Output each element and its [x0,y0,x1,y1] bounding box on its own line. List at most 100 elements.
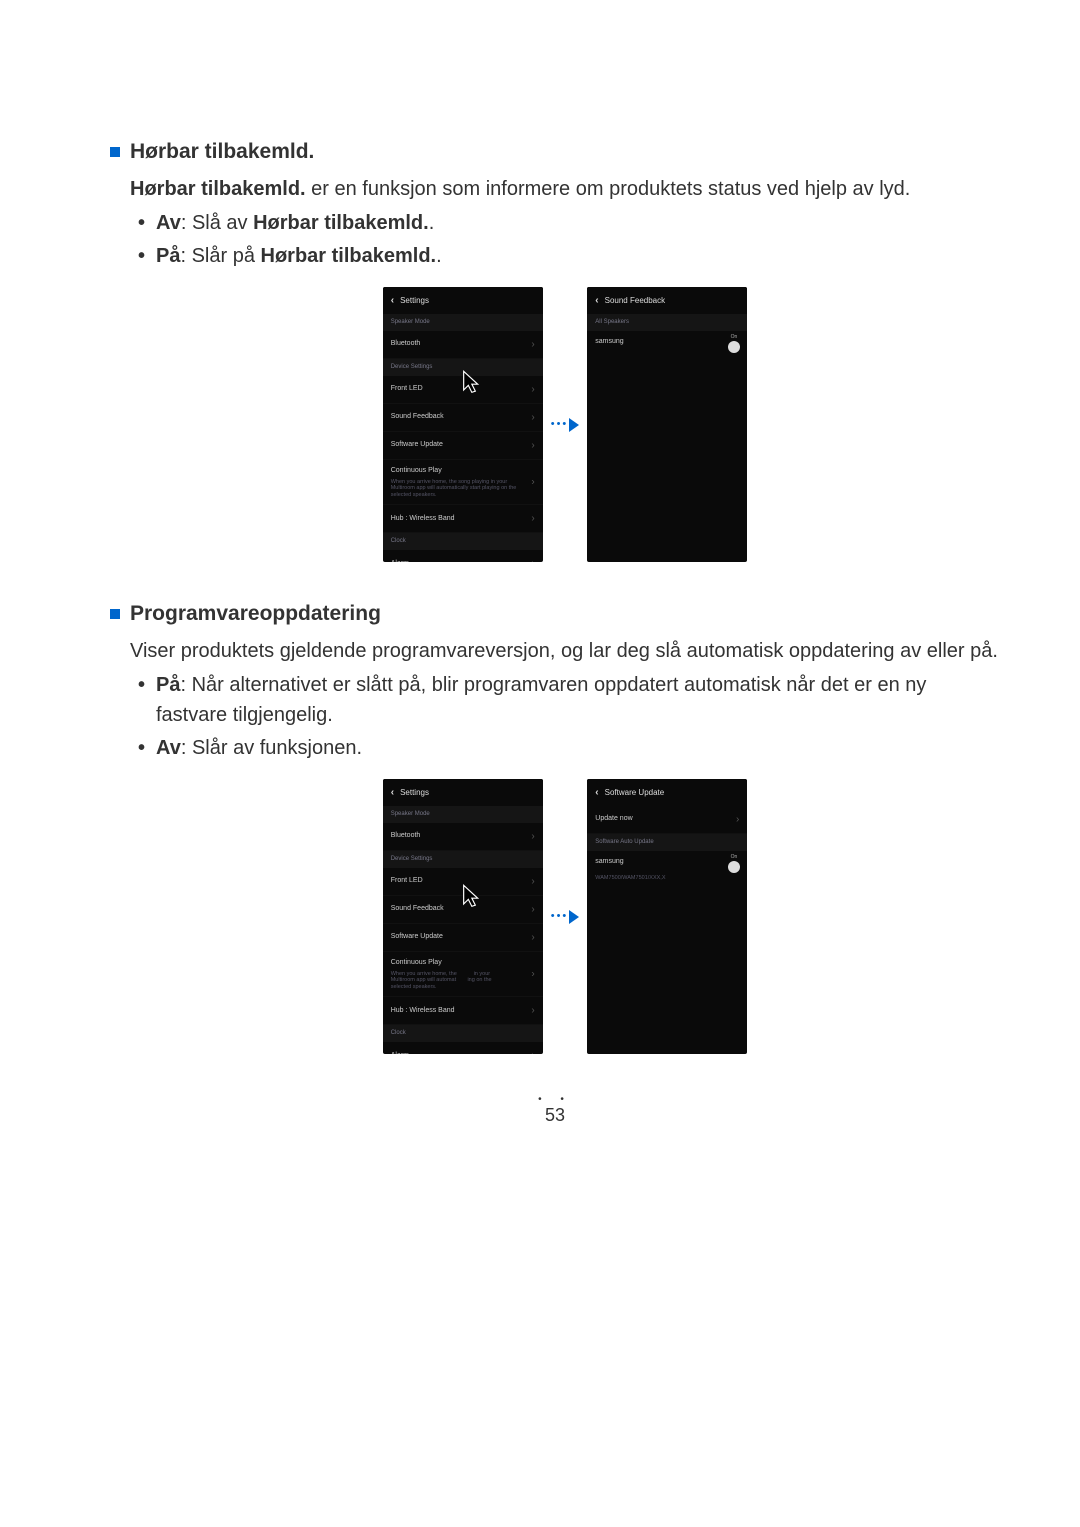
screenshot-pair: ‹ Settings Speaker Mode Bluetooth › Devic… [130,287,1000,562]
header-title: Settings [400,787,429,799]
speaker-toggle-row[interactable]: samsung On [587,851,747,874]
menu-group: All Speakers [587,314,747,331]
menu-item-soundfeedback[interactable]: Sound Feedback› [383,404,543,432]
footer-dots-icon: • • [110,1094,1000,1105]
menu-item-frontled[interactable]: Front LED› [383,868,543,896]
bullet-item: På: Når alternativet er slått på, blir p… [130,670,1000,730]
header-title: Software Update [605,787,665,799]
menu-group: Device Settings [383,359,543,376]
intro-rest: er en funksjon som informere om produkte… [306,178,911,200]
bullet-tail: . [436,245,442,267]
bullet-list: På: Når alternativet er slått på, blir p… [130,670,1000,763]
menu-group: Device Settings [383,851,543,868]
menu-label: Continuous Play [391,466,442,477]
bullet-tail: . [429,212,435,234]
menu-label: Update now [595,814,632,825]
bullet-item: På: Slår på Hørbar tilbakemld.. [130,241,1000,271]
menu-item-frontled[interactable]: Front LED› [383,376,543,404]
desc-frag: Multiroom app will automat [391,977,456,983]
menu-item-continuous[interactable]: Continuous Play When you arrive home, th… [383,460,543,505]
menu-label: Continuous Play [391,958,442,969]
menu-item-alarm[interactable]: Alarm › [383,550,543,562]
menu-group: Speaker Mode [383,806,543,823]
menu-group: Speaker Mode [383,314,543,331]
bullet-rest: : Slå av [181,212,253,234]
menu-label: Hub : Wireless Band [391,514,455,525]
page-number: 53 [110,1105,1000,1126]
arrow-connector: ••• [551,416,580,433]
page-footer: • • 53 [110,1094,1000,1126]
back-arrow-icon[interactable]: ‹ [595,293,598,308]
chevron-right-icon: › [531,829,534,844]
chevron-right-icon: › [531,475,534,490]
bullet-label: Av [156,212,181,234]
section-header: Hørbar tilbakemld. [110,140,1000,164]
back-arrow-icon[interactable]: ‹ [391,293,394,308]
version-text: WAM7500/WAM7501/XXX,X [587,874,747,886]
menu-group: Clock [383,533,543,550]
bullet-rest: : Når alternativet er slått på, blir pro… [156,674,926,726]
chevron-right-icon: › [531,1048,534,1054]
menu-item-bluetooth[interactable]: Bluetooth › [383,331,543,359]
header-title: Sound Feedback [605,295,666,307]
menu-item-updatenow[interactable]: Update now › [587,806,747,834]
intro-bold: Hørbar tilbakemld. [130,178,306,200]
menu-desc: When you arrive home, the song playing i… [391,479,527,499]
section-title: Programvareoppdatering [130,602,381,626]
back-arrow-icon[interactable]: ‹ [595,785,598,800]
chevron-right-icon: › [531,511,534,526]
menu-group: Clock [383,1025,543,1042]
screen-header[interactable]: ‹ Software Update [587,779,747,806]
chevron-right-icon: › [531,930,534,945]
speaker-label: samsung [595,857,623,868]
bullet-rest: : Slår på [180,245,260,267]
bullet-label: Av [156,737,181,759]
screen-header[interactable]: ‹ Settings [383,287,543,314]
menu-item-hub[interactable]: Hub : Wireless Band› [383,997,543,1025]
screen-header[interactable]: ‹ Settings [383,779,543,806]
blue-bullet-icon [110,147,120,157]
arrow-right-icon [569,418,579,432]
desc-frag: ing on the [467,977,491,983]
chevron-right-icon: › [531,902,534,917]
dots-icon: ••• [551,908,569,925]
screen-header[interactable]: ‹ Sound Feedback [587,287,747,314]
header-title: Settings [400,295,429,307]
menu-item-softwareupdate[interactable]: Software Update› [383,924,543,952]
phone-settings-screen: ‹ Settings Speaker Mode Bluetooth › Devic… [383,779,543,1054]
chevron-right-icon: › [736,812,739,827]
chevron-right-icon: › [531,438,534,453]
blue-bullet-icon [110,609,120,619]
phone-settings-screen: ‹ Settings Speaker Mode Bluetooth › Devic… [383,287,543,562]
desc-frag: in your [474,971,491,977]
bullet-rest: : Slår av funksjonen. [181,737,362,759]
speaker-label: samsung [595,337,623,348]
menu-item-soundfeedback[interactable]: Sound Feedback› [383,896,543,924]
arrow-right-icon [569,910,579,924]
phone-soundfeedback-screen: ‹ Sound Feedback All Speakers samsung On [587,287,747,562]
bullet-label: På [156,674,180,696]
menu-label: Alarm [391,559,409,562]
bullet-bold2: Hørbar tilbakemld. [261,245,437,267]
menu-item-continuous[interactable]: Continuous Play When you arrive home, th… [383,952,543,997]
chevron-right-icon: › [531,967,534,982]
menu-label: Software Update [391,440,443,451]
chevron-right-icon: › [531,337,534,352]
arrow-connector: ••• [551,908,580,925]
intro-paragraph: Viser produktets gjeldende programvareve… [130,636,1000,666]
desc-frag: selected speakers. [391,984,437,990]
menu-item-hub[interactable]: Hub : Wireless Band › [383,505,543,533]
section-header: Programvareoppdatering [110,602,1000,626]
menu-item-alarm[interactable]: Alarm› [383,1042,543,1054]
menu-item-bluetooth[interactable]: Bluetooth › [383,823,543,851]
menu-label: Bluetooth [391,831,421,842]
chevron-right-icon: › [531,874,534,889]
menu-label: Sound Feedback [391,412,444,423]
back-arrow-icon[interactable]: ‹ [391,785,394,800]
menu-label: Bluetooth [391,339,421,350]
speaker-toggle-row[interactable]: samsung On [587,331,747,354]
section-horbar: Hørbar tilbakemld. Hørbar tilbakemld. er… [110,140,1000,562]
chevron-right-icon: › [531,556,534,562]
menu-item-softwareupdate[interactable]: Software Update › [383,432,543,460]
desc-frag: When you arrive home, the [391,971,457,977]
